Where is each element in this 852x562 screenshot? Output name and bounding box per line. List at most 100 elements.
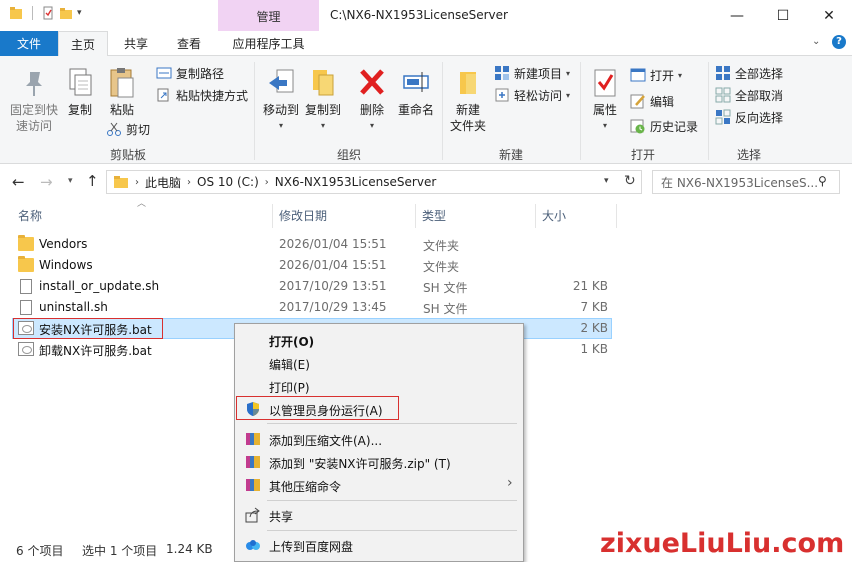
address-dropdown-icon[interactable]: ▾ xyxy=(604,176,609,186)
ribbon-collapse-icon[interactable]: ⌄ xyxy=(812,36,820,47)
menu-item-print[interactable]: 打印(P) xyxy=(269,379,310,396)
properties-label: 属性 xyxy=(592,103,617,117)
help-icon[interactable]: ? xyxy=(832,35,846,49)
pin-label-line2: 速访问 xyxy=(15,119,52,133)
select-all-button[interactable]: 全部选择 xyxy=(715,63,783,83)
up-arrow-icon[interactable]: ↑ xyxy=(86,172,99,190)
column-separator[interactable] xyxy=(272,204,273,228)
file-row[interactable]: uninstall.sh 2017/10/29 13:45 SH 文件 7 KB xyxy=(12,297,612,318)
new-item-button[interactable]: 新建项目 ▾ xyxy=(494,63,570,83)
qat-dropdown-icon[interactable]: ▾ xyxy=(77,8,82,18)
search-input[interactable]: 在 NX6-NX1953LicenseS... xyxy=(652,170,840,194)
tab-share[interactable]: 共享 xyxy=(110,31,162,56)
select-none-button[interactable]: 全部取消 xyxy=(715,85,783,105)
copy-button[interactable]: 复制 xyxy=(62,66,98,118)
menu-separator xyxy=(267,423,517,424)
easy-access-button[interactable]: 轻松访问 ▾ xyxy=(494,85,570,105)
breadcrumb-folder[interactable]: NX6-NX1953LicenseServer xyxy=(275,175,437,189)
paste-shortcut-button[interactable]: 粘贴快捷方式 xyxy=(156,85,248,105)
menu-item-other-compress[interactable]: 其他压缩命令 xyxy=(269,478,341,495)
column-header-name[interactable]: 名称 xyxy=(18,207,42,224)
manage-label[interactable]: 管理 xyxy=(218,8,319,25)
move-to-button[interactable]: 移动到 ▾ xyxy=(260,66,302,134)
menu-item-open[interactable]: 打开(O) xyxy=(269,333,314,350)
easy-access-label: 轻松访问 xyxy=(514,88,563,103)
folder-icon xyxy=(18,235,34,251)
status-selected-size: 1.24 KB xyxy=(166,542,213,556)
file-row[interactable]: install_or_update.sh 2017/10/29 13:51 SH… xyxy=(12,276,612,297)
column-separator[interactable] xyxy=(616,204,617,228)
breadcrumb-chevron-icon[interactable]: › xyxy=(265,177,269,188)
menu-item-edit[interactable]: 编辑(E) xyxy=(269,356,310,373)
menu-item-upload-baidu[interactable]: 上传到百度网盘 xyxy=(269,538,353,555)
minimize-button[interactable]: — xyxy=(714,0,760,31)
open-button[interactable]: 打开 ▾ xyxy=(630,65,682,85)
column-header-date[interactable]: 修改日期 xyxy=(279,207,327,224)
paste-button[interactable]: 粘贴 xyxy=(104,66,140,118)
file-row[interactable]: Windows 2026/01/04 15:51 文件夹 xyxy=(12,255,612,276)
toolbar-separator xyxy=(32,6,33,20)
folder-icon[interactable] xyxy=(8,5,24,21)
breadcrumb-chevron-icon[interactable]: › xyxy=(187,177,191,188)
tab-file[interactable]: 文件 xyxy=(0,31,58,56)
file-size: 7 KB xyxy=(580,300,608,314)
invert-selection-button[interactable]: 反向选择 xyxy=(715,107,783,127)
copy-to-button[interactable]: 复制到 ▾ xyxy=(302,66,344,134)
delete-button[interactable]: 删除 ▾ xyxy=(354,66,390,134)
delete-x-icon xyxy=(360,69,384,95)
properties-icon[interactable] xyxy=(41,6,55,20)
maximize-button[interactable]: ☐ xyxy=(760,0,806,31)
annotation-highlight-box xyxy=(13,318,163,339)
tab-home[interactable]: 主页 xyxy=(58,31,108,57)
menu-item-share[interactable]: 共享 xyxy=(269,508,293,525)
group-separator xyxy=(580,62,581,160)
breadcrumb-chevron-icon[interactable]: › xyxy=(135,177,139,188)
column-separator[interactable] xyxy=(535,204,536,228)
tab-app-tools[interactable]: 应用程序工具 xyxy=(218,31,319,56)
new-folder-icon[interactable] xyxy=(59,6,73,20)
forward-arrow-icon[interactable]: → xyxy=(40,173,53,191)
edit-button[interactable]: 编辑 xyxy=(630,91,674,111)
paste-icon xyxy=(110,68,134,98)
file-size: 21 KB xyxy=(572,279,608,293)
paste-shortcut-icon xyxy=(157,88,169,102)
sort-ascending-icon: ︿ xyxy=(137,199,147,209)
refresh-icon[interactable]: ↻ xyxy=(624,173,636,189)
address-bar[interactable]: › 此电脑 › OS 10 (C:) › NX6-NX1953LicenseSe… xyxy=(106,170,642,194)
document-icon xyxy=(20,279,32,294)
share-icon xyxy=(245,507,260,523)
column-header-size[interactable]: 大小 xyxy=(542,207,566,224)
tab-view[interactable]: 查看 xyxy=(164,31,214,56)
close-button[interactable]: ✕ xyxy=(806,0,852,31)
file-row[interactable]: Vendors 2026/01/04 15:51 文件夹 xyxy=(12,234,612,255)
history-button[interactable]: 历史记录 xyxy=(630,116,698,136)
archive-icon xyxy=(246,456,260,468)
menu-item-add-to-zip[interactable]: 添加到 "安装NX许可服务.zip" (T) xyxy=(269,455,451,472)
menu-item-add-to-archive[interactable]: 添加到压缩文件(A)... xyxy=(269,432,382,449)
breadcrumb-drive[interactable]: OS 10 (C:) xyxy=(197,175,259,189)
open-label: 打开 xyxy=(650,68,675,83)
back-arrow-icon[interactable]: ← xyxy=(12,173,25,191)
folder-icon xyxy=(114,176,128,188)
column-header-type[interactable]: 类型 xyxy=(422,207,446,224)
file-name: Vendors xyxy=(39,237,88,251)
cut-button[interactable]: 剪切 xyxy=(106,119,150,139)
search-icon[interactable]: ⚲ xyxy=(818,174,827,188)
rename-button[interactable]: 重命名 xyxy=(394,66,438,118)
column-separator[interactable] xyxy=(415,204,416,228)
recent-locations-icon[interactable]: ▾ xyxy=(68,176,73,186)
rename-icon xyxy=(403,72,429,92)
open-group-label: 打开 xyxy=(630,148,655,162)
file-name: 卸载NX许可服务.bat xyxy=(39,344,152,358)
pin-quick-access-button[interactable]: 固定到快 速访问 xyxy=(6,66,62,134)
copy-path-button[interactable]: 复制路径 xyxy=(156,63,224,83)
properties-button[interactable]: 属性 ▾ xyxy=(586,66,624,134)
file-date: 2017/10/29 13:45 xyxy=(279,300,387,314)
select-none-icon xyxy=(715,87,731,103)
rename-label: 重命名 xyxy=(397,103,434,117)
status-selected-count: 选中 1 个项目 xyxy=(82,544,158,558)
breadcrumb-this-pc[interactable]: 此电脑 xyxy=(145,174,181,191)
new-folder-button[interactable]: 新建 文件夹 xyxy=(446,66,490,134)
copy-path-label: 复制路径 xyxy=(176,66,225,81)
new-item-icon xyxy=(495,66,509,80)
